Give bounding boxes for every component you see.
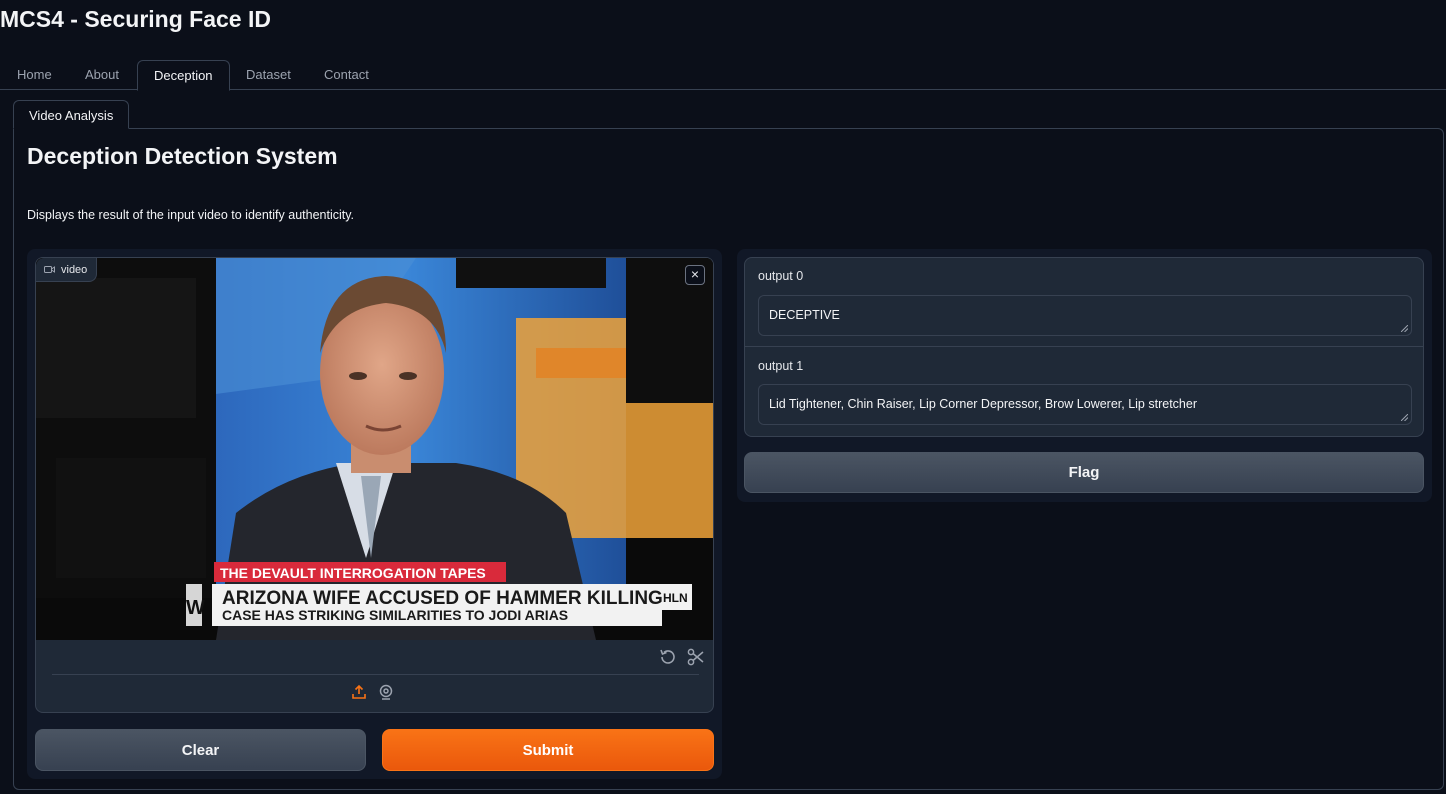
section-description: Displays the result of the input video t… [27,208,355,222]
news-headline: ARIZONA WIFE ACCUSED OF HAMMER KILLING [222,588,663,609]
upload-icon[interactable] [351,684,367,705]
scissors-icon[interactable] [686,647,706,672]
main-tab-bar: Home About Deception Dataset Contact [0,60,1446,91]
resize-handle-icon[interactable] [1401,325,1408,332]
output-column: output 0 DECEPTIVE output 1 Lid Tightene… [737,249,1432,502]
undo-icon[interactable] [658,647,678,672]
video-input[interactable]: THE DEVAULT INTERROGATION TAPES W ARIZON… [35,257,714,713]
input-column: THE DEVAULT INTERROGATION TAPES W ARIZON… [27,249,722,779]
tab-home[interactable]: Home [1,60,68,90]
output-1-value: Lid Tightener, Chin Raiser, Lip Corner D… [769,397,1197,411]
news-subheadline: CASE HAS STRIKING SIMILARITIES TO JODI A… [222,607,568,623]
output-0-textbox[interactable]: DECEPTIVE [758,295,1412,336]
video-player[interactable]: THE DEVAULT INTERROGATION TAPES W ARIZON… [36,258,713,640]
tab-about[interactable]: About [69,60,135,90]
tab-dataset[interactable]: Dataset [230,60,307,90]
tab-contact[interactable]: Contact [308,60,385,90]
app-title: MCS4 - Securing Face ID [0,6,271,32]
controls-divider [52,674,699,675]
close-icon[interactable]: × [685,265,705,285]
flag-button[interactable]: Flag [744,452,1424,493]
sub-tab-bar: Video Analysis [13,100,1444,129]
news-tag-text: THE DEVAULT INTERROGATION TAPES [220,565,486,581]
tab-deception[interactable]: Deception [137,60,230,91]
output-1-textbox[interactable]: Lid Tightener, Chin Raiser, Lip Corner D… [758,384,1412,425]
output-divider [745,346,1423,347]
video-controls [36,640,713,712]
output-0-value: DECEPTIVE [769,308,840,322]
output-1-label: output 1 [758,359,804,373]
video-label: video [36,258,98,282]
video-analysis-panel: Deception Detection System Displays the … [13,128,1444,790]
news-side-letter: W [186,597,205,619]
section-title: Deception Detection System [27,143,338,169]
video-label-text: video [61,263,88,276]
output-0-label: output 0 [758,269,804,283]
clear-button[interactable]: Clear [35,729,366,771]
webcam-icon[interactable] [378,684,394,705]
news-network-logo: HLN [663,591,688,605]
resize-handle-icon[interactable] [1401,414,1408,421]
video-camera-icon [44,265,55,274]
submit-button[interactable]: Submit [382,729,714,771]
outputs-block: output 0 DECEPTIVE output 1 Lid Tightene… [744,257,1424,437]
tab-video-analysis[interactable]: Video Analysis [13,100,130,129]
